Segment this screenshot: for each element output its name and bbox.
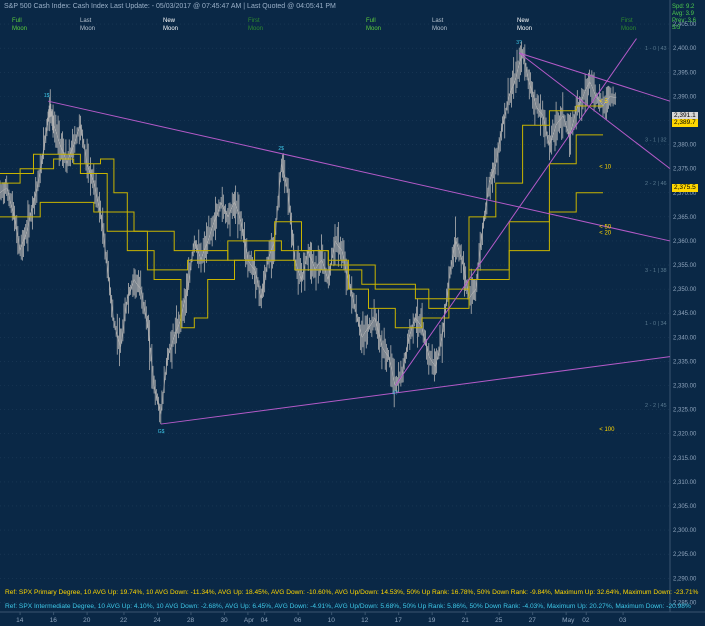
moon-phase-moon: Moon	[163, 26, 179, 32]
intermediate-degree-stats: Ref: SPX Intermediate Degree, 10 AVG Up:…	[5, 603, 691, 610]
spread-stat: Spd: 9.2	[672, 4, 695, 10]
ma-label: < 10	[599, 164, 612, 170]
fib-label: 2 - 2 | 45	[645, 403, 667, 409]
x-tick-label: 19	[428, 617, 436, 624]
y-tick-label: 2,335.00	[673, 359, 697, 365]
moon-phase-label: Last Moon	[80, 17, 95, 33]
moon-phase-moon: Moon	[432, 26, 448, 32]
x-tick-label: 28	[187, 617, 195, 624]
y-tick-label: 2,380.00	[673, 143, 697, 149]
moon-phase-name: Last	[80, 18, 92, 24]
y-tick-label: 2,340.00	[673, 335, 697, 341]
price-tag: 2,375.5	[672, 184, 698, 192]
primary-degree-stats: Ref: SPX Primary Degree, 10 AVG Up: 19.7…	[5, 589, 699, 596]
x-tick-label: 17	[395, 617, 403, 624]
y-tick-label: 2,315.00	[673, 456, 697, 462]
moon-phase-moon: Moon	[366, 26, 382, 32]
y-tick-label: 2,320.00	[673, 432, 697, 438]
chart-window: 2,285.00 2,290.00 2,295.00 2,300.00 2,305.00…	[0, 0, 705, 626]
fib-label: 2 - 2 | 46	[645, 181, 667, 187]
x-tick-label: 04	[261, 617, 269, 624]
moon-phase-name: New	[517, 18, 530, 24]
y-tick-label: 2,390.00	[673, 94, 697, 100]
x-tick-label: 24	[153, 617, 161, 624]
moon-phase-name: Full	[366, 18, 376, 24]
moon-phase-label: New Moon	[163, 17, 178, 33]
y-tick-label: 2,310.00	[673, 480, 697, 486]
moon-phase-label: Full Moon	[366, 17, 381, 33]
price-tag: 2,389.7	[672, 119, 698, 127]
x-tick-label: 30	[220, 617, 228, 624]
x-tick-label: 03	[619, 617, 627, 624]
y-tick-label: 2,375.00	[673, 167, 697, 173]
pivot-label: 1$	[44, 93, 50, 99]
moon-phase-name: New	[163, 18, 176, 24]
y-tick-label: 2,300.00	[673, 528, 697, 534]
y-tick-label: 2,395.00	[673, 70, 697, 76]
fib-label: 1 - 0 | 43	[645, 46, 667, 52]
y-tick-label: 2,295.00	[673, 552, 697, 558]
x-tick-label: Apr	[244, 617, 255, 624]
y-tick-label: 2,365.00	[673, 215, 697, 221]
y-tick-label: 2,325.00	[673, 408, 697, 414]
x-tick-label: 12	[361, 617, 369, 624]
y-tick-label: 2,400.00	[673, 46, 697, 52]
moon-phase-moon: Moon	[621, 26, 637, 32]
average-stat: Avg: 3.9	[672, 11, 694, 17]
date-stat: 5/3	[672, 25, 681, 31]
pivot-label: 4?	[392, 391, 398, 397]
x-tick-label: 27	[529, 617, 537, 624]
previous-stat: Prev: 3.6	[672, 18, 697, 24]
moon-phase-name: First	[248, 18, 260, 24]
price-chart[interactable]: 2,285.002,290.002,295.002,300.002,305.00…	[0, 0, 705, 626]
y-tick-label: 2,345.00	[673, 311, 697, 317]
y-tick-label: 2,350.00	[673, 287, 697, 293]
x-tick-label: 21	[462, 617, 470, 624]
ma-label: < 5	[599, 99, 608, 105]
moon-phase-label: Full Moon	[12, 17, 27, 33]
fib-label: 3 - 1 | 38	[645, 268, 667, 274]
pivot-label: 2$	[278, 146, 284, 152]
x-tick-label: 10	[328, 617, 336, 624]
moon-phase-moon: Moon	[248, 26, 264, 32]
moon-phase-name: First	[621, 18, 633, 24]
stats-box: Spd: 9.2 Avg: 3.9 Prev: 3.6 5/3	[672, 4, 696, 32]
moon-phase-moon: Moon	[12, 26, 28, 32]
ma-label: < 20	[599, 230, 612, 236]
x-tick-label: 16	[50, 617, 58, 624]
pivot-label: G$	[158, 429, 165, 435]
x-tick-label: 20	[83, 617, 91, 624]
y-tick-label: 2,355.00	[673, 263, 697, 269]
moon-phase-label: New Moon	[517, 17, 532, 33]
y-tick-label: 2,360.00	[673, 239, 697, 245]
moon-phase-label: Last Moon	[432, 17, 447, 33]
ma-label: < 100	[599, 427, 615, 433]
pivot-label: 3?	[516, 40, 522, 46]
moon-phase-name: Full	[12, 18, 22, 24]
moon-phase-moon: Moon	[80, 26, 96, 32]
fib-label: 3 - 1 | 32	[645, 138, 667, 144]
x-tick-label: 25	[495, 617, 503, 624]
x-tick-label: 22	[120, 617, 128, 624]
chart-header: S&P 500 Cash Index: Cash Index Last Upda…	[4, 3, 336, 10]
moon-phase-label: First Moon	[248, 17, 263, 33]
y-tick-label: 2,330.00	[673, 384, 697, 390]
moon-phase-moon: Moon	[517, 26, 533, 32]
y-tick-label: 2,305.00	[673, 504, 697, 510]
moon-phase-name: Last	[432, 18, 444, 24]
x-tick-label: May	[562, 617, 575, 624]
moon-phase-label: First Moon	[621, 17, 636, 33]
x-tick-label: 06	[294, 617, 302, 624]
x-tick-label: 02	[582, 617, 590, 624]
x-tick-label: 14	[16, 617, 24, 624]
fib-label: 1 - 0 | 34	[645, 321, 667, 327]
y-tick-label: 2,290.00	[673, 576, 697, 582]
